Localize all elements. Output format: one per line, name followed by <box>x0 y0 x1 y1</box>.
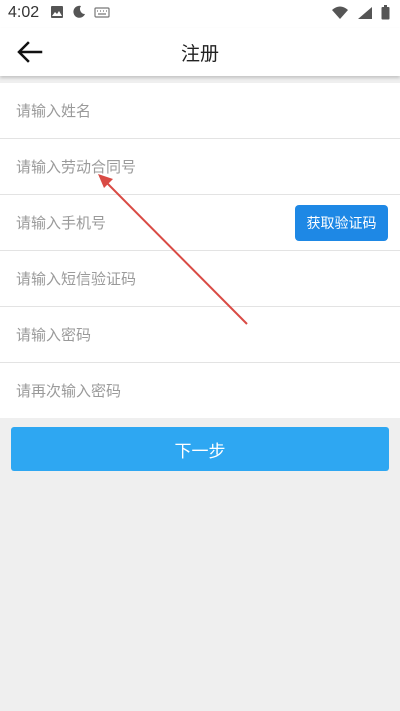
password-input[interactable] <box>16 307 286 362</box>
contract-row <box>0 139 400 195</box>
status-bar: 4:02 <box>0 0 400 28</box>
password-row <box>0 307 400 363</box>
image-icon <box>51 6 63 18</box>
signal-icon <box>358 6 372 19</box>
phone-input[interactable] <box>16 195 286 250</box>
battery-icon <box>381 5 390 20</box>
page-title: 注册 <box>180 43 219 65</box>
sms-code-row <box>0 251 400 307</box>
app-bar: 注册 <box>0 28 400 76</box>
keyboard-icon <box>94 7 110 18</box>
next-step-button[interactable]: 下一步 <box>11 427 389 471</box>
contract-number-input[interactable] <box>16 139 286 194</box>
wifi-icon <box>332 6 348 19</box>
get-code-button[interactable]: 获取验证码 <box>295 205 388 241</box>
confirm-password-row <box>0 363 400 418</box>
name-input[interactable] <box>16 83 286 138</box>
moon-icon <box>73 5 85 18</box>
name-row <box>0 83 400 139</box>
confirm-password-input[interactable] <box>16 363 286 418</box>
sms-code-input[interactable] <box>16 251 286 306</box>
status-time: 4:02 <box>8 4 40 21</box>
register-form: 获取验证码 <box>0 83 400 418</box>
phone-row: 获取验证码 <box>0 195 400 251</box>
